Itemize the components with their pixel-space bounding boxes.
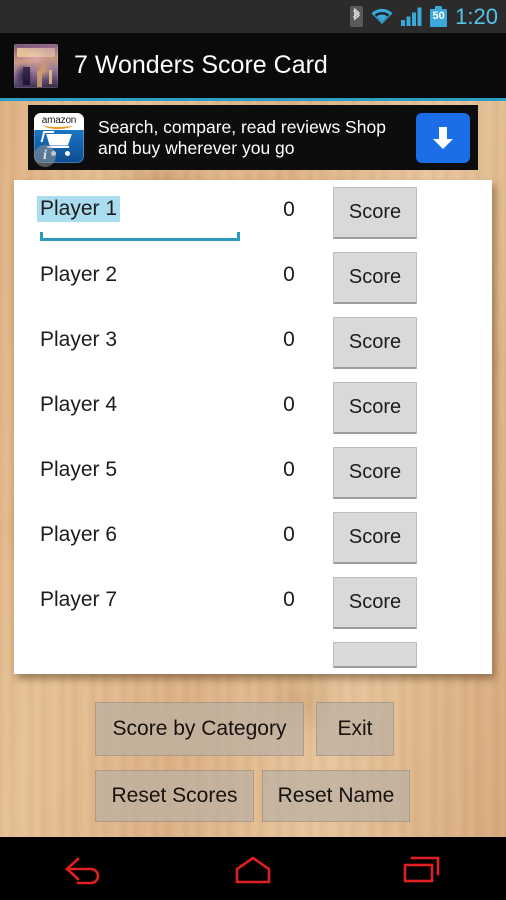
score-button[interactable]: Score (333, 382, 417, 434)
system-navigation-bar (0, 837, 506, 900)
ad-download-button[interactable] (416, 112, 470, 163)
home-button[interactable] (203, 837, 303, 900)
player-name-input[interactable]: Player 7 (40, 588, 117, 612)
table-row: Player 4 0 Score (14, 375, 492, 440)
download-arrow-icon (433, 126, 453, 149)
player-name-input[interactable]: Player 3 (40, 328, 117, 352)
app-title-bar: 7 Wonders Score Card (0, 33, 506, 98)
table-row-clipped (14, 635, 492, 674)
battery-icon: 50 (430, 6, 448, 27)
player-name-input[interactable]: Player 6 (40, 523, 117, 547)
score-button[interactable]: Score (333, 317, 417, 369)
player-name-input[interactable]: Player 4 (40, 393, 117, 417)
table-row: Player 7 0 Score (14, 570, 492, 635)
page-title: 7 Wonders Score Card (74, 51, 328, 79)
recents-button[interactable] (372, 837, 472, 900)
score-by-category-button[interactable]: Score by Category (95, 702, 304, 756)
home-icon (235, 855, 271, 883)
score-button[interactable]: Score (333, 187, 417, 239)
advertisement-banner[interactable]: amazon Search, compare, read reviews Sho… (28, 105, 478, 170)
phone-screen: 50 1:20 7 Wonders Score Card amazon Sear… (0, 0, 506, 900)
back-icon (65, 856, 100, 884)
player-name-input[interactable]: Player 1 (37, 196, 121, 222)
table-row: Player 5 0 Score (14, 440, 492, 505)
reset-name-button[interactable]: Reset Name (262, 770, 410, 822)
app-logo-icon (14, 43, 58, 88)
back-button[interactable] (34, 837, 134, 900)
player-name-input[interactable]: Player 5 (40, 458, 117, 482)
exit-button[interactable]: Exit (316, 702, 394, 756)
player-score-value: 0 (283, 198, 295, 221)
player-name-input-underline (40, 232, 240, 241)
wifi-icon (370, 7, 394, 26)
table-row: Player 2 0 Score (14, 245, 492, 310)
player-score-value: 0 (283, 523, 295, 546)
player-score-value: 0 (283, 328, 295, 351)
status-bar: 50 1:20 (0, 0, 506, 33)
player-name-input[interactable]: Player 2 (40, 263, 117, 287)
table-row: Player 6 0 Score (14, 505, 492, 570)
bluetooth-icon (350, 6, 364, 27)
reset-scores-button[interactable]: Reset Scores (95, 770, 254, 822)
player-score-value: 0 (283, 393, 295, 416)
table-row: Player 3 0 Score (14, 310, 492, 375)
recents-icon (403, 856, 439, 882)
cellular-signal-icon (401, 7, 423, 26)
score-button-clipped[interactable] (333, 642, 417, 668)
score-button[interactable]: Score (333, 512, 417, 564)
clock-label: 1:20 (455, 3, 498, 29)
score-button[interactable]: Score (333, 252, 417, 304)
ad-info-badge[interactable]: i (34, 145, 56, 167)
player-score-value: 0 (283, 458, 295, 481)
player-list-card: Player 1 0 Score Player 2 0 Score Player… (14, 180, 492, 674)
player-score-value: 0 (283, 588, 295, 611)
battery-level-label: 50 (432, 10, 445, 22)
table-row: Player 1 0 Score (14, 180, 492, 245)
score-button[interactable]: Score (333, 577, 417, 629)
player-score-value: 0 (283, 263, 295, 286)
score-button[interactable]: Score (333, 447, 417, 499)
ad-text: Search, compare, read reviews Shop and b… (98, 116, 386, 158)
